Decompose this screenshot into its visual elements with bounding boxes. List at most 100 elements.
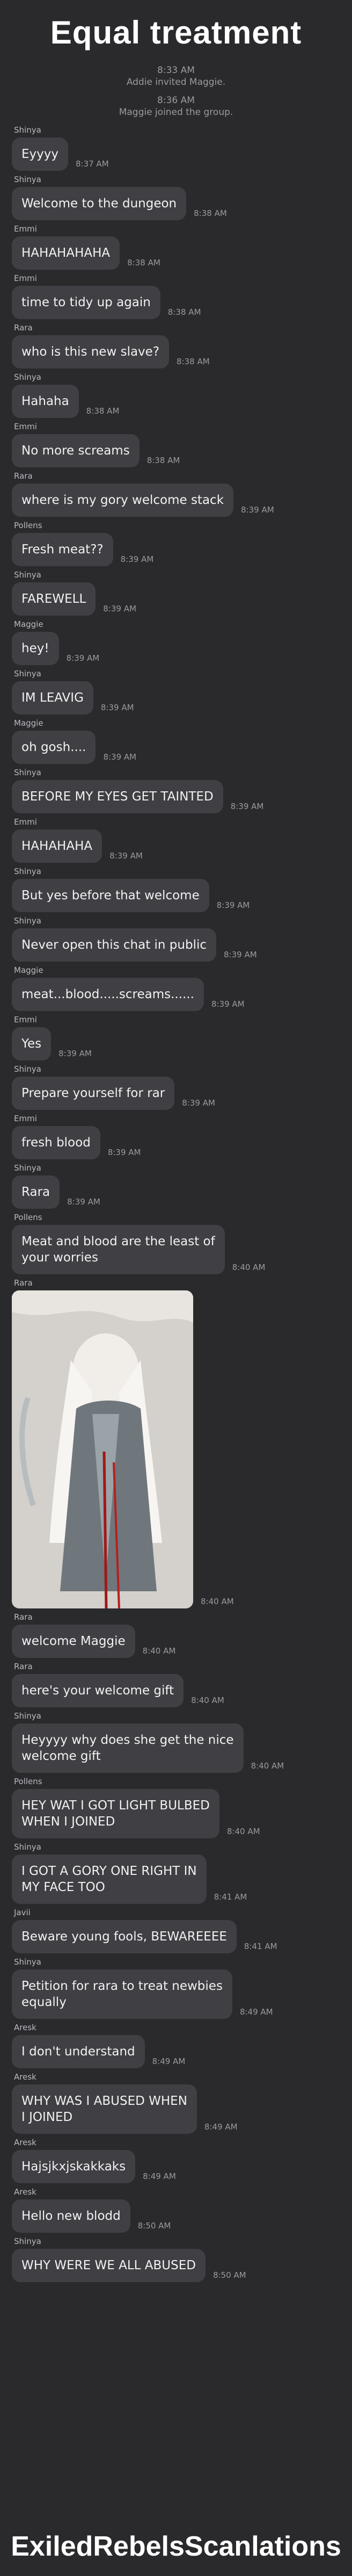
message-bubble[interactable]: Meat and blood are the least of your wor… xyxy=(12,1225,225,1274)
chat-message[interactable]: Maggie meat...blood.....screams...... 8:39… xyxy=(12,965,352,1011)
message-bubble[interactable]: meat...blood.....screams...... xyxy=(12,978,204,1011)
message-bubble[interactable]: fresh blood xyxy=(12,1126,100,1159)
message-row: Rara 8:39 AM xyxy=(12,1175,352,1209)
image-attachment[interactable] xyxy=(12,1290,193,1608)
message-bubble[interactable]: FAREWELL xyxy=(12,582,96,616)
message-bubble[interactable]: Rara xyxy=(12,1175,60,1209)
chat-message[interactable]: Emmi time to tidy up again 8:38 AM xyxy=(12,273,352,319)
chat-message[interactable]: Shinya BEFORE MY EYES GET TAINTED 8:39 AM xyxy=(12,767,352,813)
sender-name: Shinya xyxy=(14,1064,41,1074)
chat-message[interactable]: Emmi fresh blood 8:39 AM xyxy=(12,1113,352,1159)
message-bubble[interactable]: Never open this chat in public xyxy=(12,928,216,962)
message-row: HEY WAT I GOT LIGHT BULBED WHEN I JOINED… xyxy=(12,1789,352,1838)
message-bubble[interactable]: BEFORE MY EYES GET TAINTED xyxy=(12,780,223,813)
chat-message[interactable]: Aresk Hajsjkxjskakkaks 8:49 AM xyxy=(12,2137,352,2183)
system-messages: 8:33 AM Addie invited Maggie. 8:36 AM Ma… xyxy=(0,64,352,118)
chat-message[interactable]: Shinya I GOT A GORY ONE RIGHT IN MY FACE … xyxy=(12,1842,352,1904)
message-row: Never open this chat in public 8:39 AM xyxy=(12,928,352,962)
message-timestamp: 8:39 AM xyxy=(224,950,257,959)
message-bubble[interactable]: Welcome to the dungeon xyxy=(12,187,187,220)
sender-name: Emmi xyxy=(14,1114,37,1123)
chat-message[interactable]: Rara where is my gory welcome stack 8:39 A… xyxy=(12,471,352,517)
chat-message[interactable]: Shinya Hahaha 8:38 AM xyxy=(12,372,352,418)
message-bubble[interactable]: WHY WERE WE ALL ABUSED xyxy=(12,2249,206,2282)
message-bubble[interactable]: Yes xyxy=(12,1027,52,1060)
chat-message[interactable]: Maggie hey! 8:39 AM xyxy=(12,619,352,665)
message-timestamp: 8:39 AM xyxy=(241,505,274,515)
message-bubble[interactable]: hey! xyxy=(12,632,59,665)
message-bubble[interactable]: Fresh meat?? xyxy=(12,533,113,566)
chat-message[interactable]: Shinya But yes before that welcome 8:39 AM xyxy=(12,866,352,912)
message-bubble[interactable]: But yes before that welcome xyxy=(12,879,209,912)
chat-message[interactable]: Aresk Hello new blodd 8:50 AM xyxy=(12,2187,352,2233)
message-bubble[interactable]: IM LEAVIG xyxy=(12,681,93,715)
chat-message[interactable]: Pollens Fresh meat?? 8:39 AM xyxy=(12,520,352,566)
chat-message[interactable]: Javii Beware young fools, BEWAREEEE 8:41 A… xyxy=(12,1907,352,1953)
message-bubble[interactable]: who is this new slave? xyxy=(12,335,170,369)
message-row: Heyyyy why does she get the nice welcome… xyxy=(12,1723,352,1773)
message-bubble[interactable]: Hajsjkxjskakkaks xyxy=(12,2150,136,2183)
message-timestamp: 8:39 AM xyxy=(103,604,136,614)
chat-message[interactable]: Shinya Prepare yourself for rar 8:39 AM xyxy=(12,1064,352,1110)
sender-name: Shinya xyxy=(14,916,41,926)
message-bubble[interactable]: No more screams xyxy=(12,434,140,467)
chat-message[interactable]: Rara 8:40 AM xyxy=(12,1278,352,1608)
sender-name: Emmi xyxy=(14,224,37,234)
message-bubble[interactable]: here's your welcome gift xyxy=(12,1674,184,1707)
chat-message[interactable]: Rara who is this new slave? 8:38 AM xyxy=(12,322,352,369)
message-bubble[interactable]: Eyyyy xyxy=(12,138,68,171)
message-bubble[interactable]: where is my gory welcome stack xyxy=(12,484,234,517)
message-bubble[interactable]: Hello new blodd xyxy=(12,2199,130,2233)
message-bubble[interactable]: Petition for rara to treat newbies equal… xyxy=(12,1969,232,2019)
chat-message[interactable]: Maggie oh gosh.... 8:39 AM xyxy=(12,718,352,764)
chat-thread[interactable]: Shinya Eyyyy 8:37 AM Shinya Welcome to the d… xyxy=(0,125,352,2282)
message-bubble[interactable]: Hahaha xyxy=(12,385,79,418)
chat-message[interactable]: Aresk WHY WAS I ABUSED WHEN I JOINED 8:49 … xyxy=(12,2072,352,2134)
chat-message[interactable]: Pollens HEY WAT I GOT LIGHT BULBED WHEN I… xyxy=(12,1776,352,1838)
sender-name: Javii xyxy=(14,1908,31,1917)
chat-message[interactable]: Emmi HAHAHAHAHA 8:38 AM xyxy=(12,223,352,270)
chat-message[interactable]: Shinya Heyyyy why does she get the nice w… xyxy=(12,1711,352,1773)
chat-message[interactable]: Shinya Rara 8:39 AM xyxy=(12,1163,352,1209)
message-row: oh gosh.... 8:39 AM xyxy=(12,731,352,764)
message-bubble[interactable]: I GOT A GORY ONE RIGHT IN MY FACE TOO xyxy=(12,1855,207,1904)
message-bubble[interactable]: Heyyyy why does she get the nice welcome… xyxy=(12,1723,244,1773)
message-bubble[interactable]: Beware young fools, BEWAREEEE xyxy=(12,1920,237,1953)
chat-message[interactable]: Shinya Petition for rara to treat newbies… xyxy=(12,1957,352,2019)
message-bubble[interactable]: HEY WAT I GOT LIGHT BULBED WHEN I JOINED xyxy=(12,1789,219,1838)
message-bubble[interactable]: WHY WAS I ABUSED WHEN I JOINED xyxy=(12,2084,197,2134)
sender-name: Rara xyxy=(14,323,33,333)
message-timestamp: 8:39 AM xyxy=(216,900,250,910)
message-bubble[interactable]: welcome Maggie xyxy=(12,1625,135,1658)
message-bubble[interactable]: I don't understand xyxy=(12,2035,145,2068)
sender-name: Shinya xyxy=(14,1842,41,1852)
chat-message[interactable]: Rara here's your welcome gift 8:40 AM xyxy=(12,1661,352,1707)
chat-message[interactable]: Shinya FAREWELL 8:39 AM xyxy=(12,569,352,616)
chat-message[interactable]: Shinya WHY WERE WE ALL ABUSED 8:50 AM xyxy=(12,2236,352,2282)
chat-message[interactable]: Emmi HAHAHAHA 8:39 AM xyxy=(12,817,352,863)
message-timestamp: 8:41 AM xyxy=(244,1942,277,1951)
chat-message[interactable]: Shinya Eyyyy 8:37 AM xyxy=(12,125,352,171)
chat-message[interactable]: Emmi Yes 8:39 AM xyxy=(12,1014,352,1060)
chat-message[interactable]: Shinya Never open this chat in public 8:39… xyxy=(12,915,352,962)
message-bubble[interactable]: time to tidy up again xyxy=(12,286,160,319)
sender-name: Aresk xyxy=(14,2023,36,2032)
message-timestamp: 8:41 AM xyxy=(214,1892,247,1902)
message-bubble[interactable]: Prepare yourself for rar xyxy=(12,1077,175,1110)
chat-message[interactable]: Aresk I don't understand 8:49 AM xyxy=(12,2022,352,2068)
chat-message[interactable]: Pollens Meat and blood are the least of y… xyxy=(12,1212,352,1274)
message-row: I GOT A GORY ONE RIGHT IN MY FACE TOO 8:4… xyxy=(12,1855,352,1904)
chat-message[interactable]: Shinya Welcome to the dungeon 8:38 AM xyxy=(12,174,352,220)
sender-name: Rara xyxy=(14,1278,33,1288)
chat-message[interactable]: Emmi No more screams 8:38 AM xyxy=(12,421,352,467)
message-bubble[interactable]: HAHAHAHA xyxy=(12,829,102,863)
sender-name: Shinya xyxy=(14,1163,41,1173)
message-timestamp: 8:38 AM xyxy=(167,307,201,317)
chat-message[interactable]: Shinya IM LEAVIG 8:39 AM xyxy=(12,668,352,715)
message-bubble[interactable]: HAHAHAHAHA xyxy=(12,236,120,270)
message-timestamp: 8:38 AM xyxy=(127,258,160,268)
message-timestamp: 8:38 AM xyxy=(146,456,180,465)
message-bubble[interactable]: oh gosh.... xyxy=(12,731,96,764)
chat-message[interactable]: Rara welcome Maggie 8:40 AM xyxy=(12,1612,352,1658)
sender-name: Maggie xyxy=(14,619,43,629)
